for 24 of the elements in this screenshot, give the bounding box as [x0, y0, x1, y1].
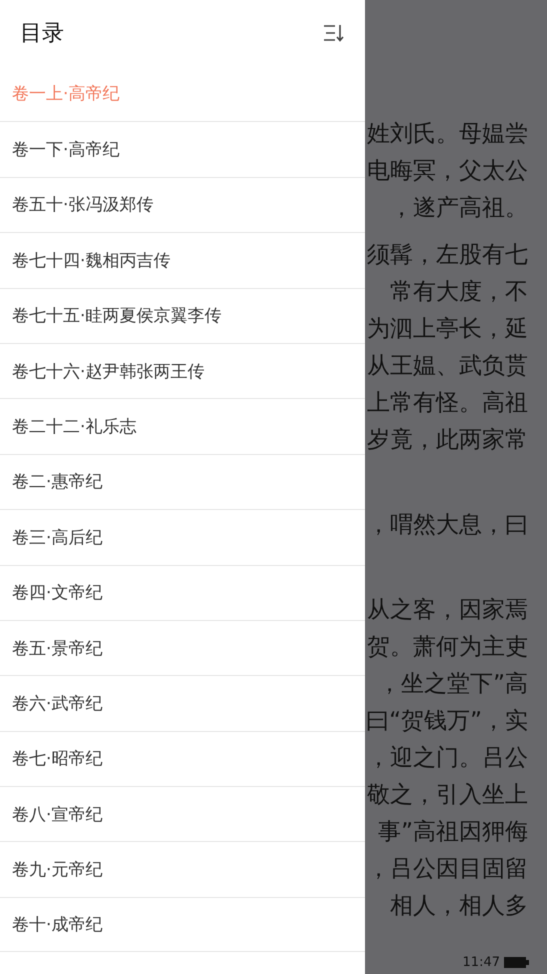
- book-text-line: 曰“贺钱万”，实: [366, 707, 528, 736]
- book-text-line: 须髯，左股有七: [367, 241, 528, 270]
- book-text-line: 敬之，引入坐上: [367, 781, 528, 810]
- battery-icon: [504, 957, 529, 968]
- book-text-line: 常有大度，不: [390, 278, 528, 307]
- book-text-line: 事”高祖因狎侮: [378, 818, 528, 847]
- book-text-line: 贺。萧何为主吏: [367, 633, 528, 662]
- drawer-title: 目录: [20, 20, 64, 48]
- book-text-line: ，迎之门。吕公: [367, 744, 528, 773]
- book-text-line: 为泗上亭长，延: [367, 315, 528, 344]
- book-text-line: 从王媪、武负贳: [367, 352, 528, 381]
- book-text-line: ，遂产高祖。: [390, 194, 528, 223]
- clock-time: 11:47: [462, 955, 500, 970]
- book-text-line: 岁竟，此两家常: [367, 426, 528, 455]
- book-text-line: ，喟然大息，曰: [367, 511, 528, 540]
- sort-icon[interactable]: [323, 23, 345, 43]
- book-text-line: 从之客，因家焉: [367, 596, 528, 625]
- chapter-item[interactable]: 卷十·成帝纪: [0, 896, 365, 952]
- book-text-line: 姓刘氏。母媪尝: [367, 120, 528, 149]
- book-text-line: ，吕公因目固留: [367, 855, 528, 884]
- book-text-line: 电晦冥，父太公: [367, 157, 528, 186]
- book-text-line: ，坐之堂下”高: [378, 670, 528, 699]
- book-text-line: 相人，相人多: [390, 892, 528, 921]
- book-text-line: 上常有怪。高祖: [367, 389, 528, 418]
